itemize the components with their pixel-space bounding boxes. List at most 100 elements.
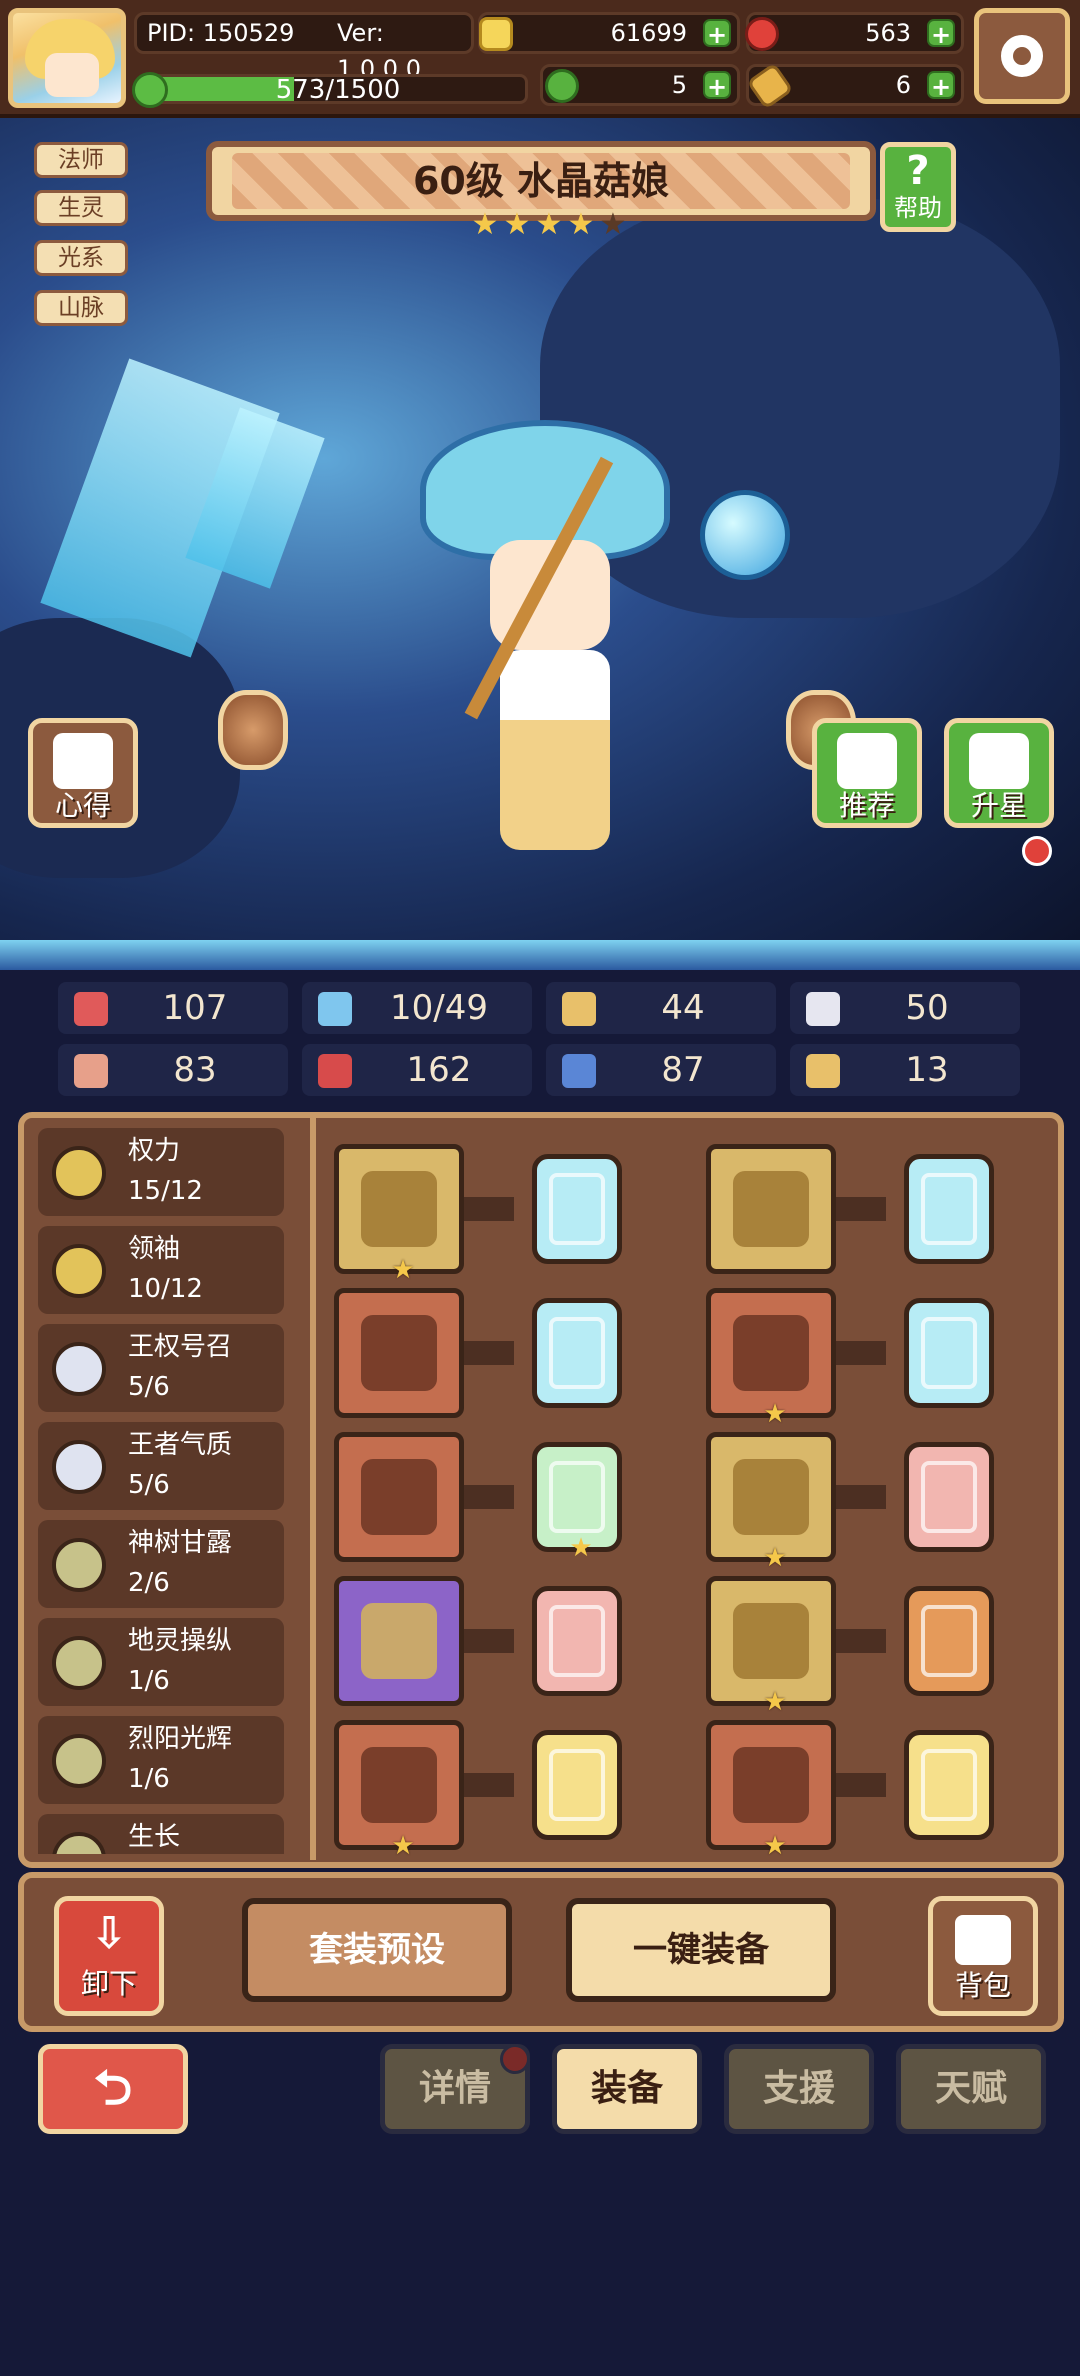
left-rune-gem-icon[interactable] [218, 690, 288, 770]
pid-version-bar: PID: 150529 Ver: 1.0.0.0 [134, 12, 474, 83]
unload-button[interactable]: ⇩ 卸下 [54, 1896, 164, 2016]
bag-button[interactable]: 背包 [928, 1896, 1038, 2016]
xp-bar: 573/1500 [148, 74, 528, 104]
equip-all-button[interactable]: 一键装备 [566, 1898, 836, 2002]
star-icon: ★ [763, 1687, 787, 1717]
rune-icon [549, 1317, 605, 1389]
tag-terrain: 山脉 [34, 290, 128, 326]
rune-icon [921, 1461, 977, 1533]
rune-icon [921, 1605, 977, 1677]
rune-icon [549, 1749, 605, 1821]
slot-connector [836, 1197, 886, 1221]
skill-item[interactable]: 神树甘露 2/6 [38, 1520, 284, 1608]
help-label: 帮助 [894, 194, 942, 222]
gem-value: 563 [865, 19, 911, 47]
pid-text: PID: 150529 [147, 19, 295, 47]
equipment-slot[interactable] [706, 1144, 836, 1274]
gem-counter: 563 + [745, 12, 964, 54]
skill-progress: 10/12 [128, 1274, 203, 1304]
rune-slot[interactable] [904, 1730, 994, 1840]
slot-connector [464, 1773, 514, 1797]
stat-item[interactable]: 13 [790, 1044, 1020, 1096]
recommend-button[interactable]: 推荐 [812, 718, 922, 828]
preset-button[interactable]: 套装预设 [242, 1898, 512, 2002]
stat-item[interactable]: 87 [546, 1044, 776, 1096]
star-filled-icon: ★ [503, 207, 531, 242]
add-gems-button[interactable]: + [927, 19, 955, 49]
wing-icon [806, 992, 840, 1026]
stat-item[interactable]: 107 [58, 982, 288, 1034]
star-filled-icon: ★ [471, 207, 499, 242]
upstar-notification-dot [1022, 836, 1052, 866]
tab-support[interactable]: 支援 [724, 2044, 874, 2134]
add-gold-button[interactable]: + [703, 19, 731, 49]
rune-slot[interactable] [904, 1442, 994, 1552]
key-value: 6 [895, 71, 911, 99]
rune-slot[interactable] [532, 1154, 622, 1264]
skill-coin-icon [52, 1538, 106, 1592]
rune-slot[interactable]: ★ [532, 1442, 622, 1561]
upstar-button[interactable]: 升星 [944, 718, 1054, 828]
ruby-charm-icon [361, 1603, 437, 1679]
slot-connector [836, 1341, 886, 1365]
stone-orb-icon [361, 1315, 437, 1391]
skill-progress: 1/6 [128, 1764, 170, 1794]
amulet-icon [361, 1459, 437, 1535]
notes-button[interactable]: 心得 [28, 718, 138, 828]
belt-icon [733, 1603, 809, 1679]
skill-name: 神树甘露 [128, 1528, 233, 1558]
gold-value: 61699 [610, 19, 687, 47]
back-button[interactable]: ⮌ [38, 2044, 188, 2134]
avatar[interactable] [8, 8, 126, 108]
equipment-slot[interactable]: ★ [706, 1720, 836, 1859]
green-clover-icon [545, 69, 579, 103]
rune-slot[interactable] [532, 1586, 622, 1696]
help-button[interactable]: ? 帮助 [880, 142, 956, 232]
stat-item[interactable]: 83 [58, 1044, 288, 1096]
equipment-slot[interactable]: ★ [706, 1288, 836, 1427]
rune-slot[interactable] [532, 1298, 622, 1408]
skill-list[interactable]: 权力 15/12 领袖 10/12 王权号召 5/6 王者气质 5/6 神树甘露 2/6 地灵操纵 1… [38, 1128, 302, 1854]
skill-item[interactable]: 领袖 10/12 [38, 1226, 284, 1314]
gauntlet-icon [733, 1459, 809, 1535]
slot-connector [464, 1485, 514, 1509]
equipment-slot[interactable]: ★ [334, 1144, 464, 1283]
stat-item[interactable]: 10/49 [302, 982, 532, 1034]
rune-icon [549, 1173, 605, 1245]
bag-icon [955, 1915, 1011, 1965]
equipment-slot[interactable] [334, 1288, 464, 1418]
rune-slot[interactable] [904, 1298, 994, 1408]
stat-item[interactable]: 162 [302, 1044, 532, 1096]
skill-progress: 15/12 [128, 1176, 203, 1206]
skill-item[interactable]: 权力 15/12 [38, 1128, 284, 1216]
star-icon: ★ [391, 1255, 415, 1285]
add-clover-button[interactable]: + [703, 71, 731, 101]
tab-equipment[interactable]: 装备 [552, 2044, 702, 2134]
star-filled-icon: ★ [567, 207, 595, 242]
rune-slot[interactable] [904, 1586, 994, 1696]
avatar-face [45, 53, 99, 97]
skill-progress: 2/6 [128, 1568, 170, 1598]
stat-value: 162 [406, 1050, 472, 1090]
rune-slot[interactable] [904, 1154, 994, 1264]
skill-name: 烈阳光辉 [128, 1724, 233, 1754]
rune-slot[interactable] [532, 1730, 622, 1840]
skill-name: 地灵操纵 [128, 1626, 233, 1656]
stat-item[interactable]: 44 [546, 982, 776, 1034]
skill-item[interactable]: 地灵操纵 1/6 [38, 1618, 284, 1706]
equipment-slot[interactable] [334, 1576, 464, 1706]
equipment-slot[interactable] [334, 1432, 464, 1562]
stat-item[interactable]: 50 [790, 982, 1020, 1034]
skill-item[interactable]: 生长 [38, 1814, 284, 1854]
skill-item[interactable]: 王权号召 5/6 [38, 1324, 284, 1412]
skill-item[interactable]: 烈阳光辉 1/6 [38, 1716, 284, 1804]
tab-talent[interactable]: 天赋 [896, 2044, 1046, 2134]
settings-button[interactable] [974, 8, 1070, 104]
equipment-slot[interactable]: ★ [706, 1576, 836, 1715]
equipment-slot[interactable]: ★ [334, 1720, 464, 1859]
equipment-slot[interactable]: ★ [706, 1432, 836, 1571]
skill-item[interactable]: 王者气质 5/6 [38, 1422, 284, 1510]
bag-label: 背包 [954, 1969, 1011, 2002]
heart-icon [74, 992, 108, 1026]
add-key-button[interactable]: + [927, 71, 955, 101]
